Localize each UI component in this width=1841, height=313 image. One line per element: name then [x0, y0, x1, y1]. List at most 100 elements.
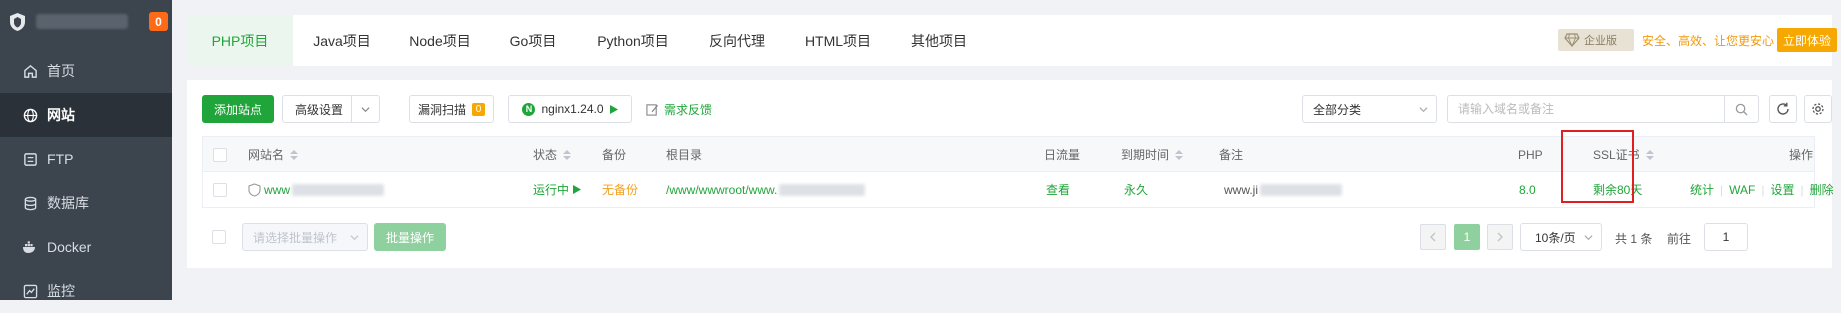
- site-traffic-link[interactable]: 查看: [1046, 172, 1070, 207]
- logo-icon: [10, 13, 25, 31]
- sidebar-item-ftp[interactable]: FTP: [0, 137, 172, 181]
- vuln-scan-label: 漏洞扫描: [417, 102, 466, 117]
- batch-operation-button[interactable]: 批量操作: [374, 223, 446, 251]
- edit-icon: [646, 104, 659, 116]
- ssl-highlight-box: [1561, 130, 1634, 203]
- search-icon: [1735, 103, 1748, 116]
- total-count: 共 1 条: [1615, 232, 1653, 246]
- nginx-version-label: nginx1.24.0: [541, 102, 604, 116]
- tab-python[interactable]: Python项目: [577, 15, 689, 66]
- enterprise-badge: 企业版: [1558, 29, 1634, 51]
- try-now-button[interactable]: 立即体验: [1777, 28, 1837, 52]
- select-all-checkbox[interactable]: [213, 137, 227, 172]
- nginx-version-button[interactable]: N nginx1.24.0: [508, 95, 632, 123]
- home-icon: [22, 63, 38, 79]
- tab-go[interactable]: Go项目: [489, 15, 577, 66]
- tab-other[interactable]: 其他项目: [891, 15, 987, 66]
- enterprise-badge-label: 企业版: [1584, 35, 1617, 47]
- sort-icon: [290, 149, 299, 160]
- site-php-version[interactable]: 8.0: [1519, 172, 1536, 207]
- diamond-icon: [1564, 33, 1580, 47]
- site-note[interactable]: www.ji: [1224, 172, 1343, 207]
- chevron-right-icon: [1497, 232, 1503, 242]
- nginx-icon: N: [522, 102, 536, 116]
- vuln-count-badge: 0: [472, 102, 485, 116]
- site-status[interactable]: 运行中: [533, 172, 582, 207]
- batch-operation-select[interactable]: 请选择批量操作: [242, 223, 368, 251]
- action-delete[interactable]: 删除: [1810, 181, 1834, 198]
- batch-operation-placeholder: 请选择批量操作: [253, 230, 338, 245]
- project-tabs-bar: PHP项目 Java项目 Node项目 Go项目 Python项目 反向代理 H…: [187, 15, 1837, 66]
- site-actions: 统计 | WAF | 设置 | 删除: [1690, 181, 1834, 198]
- enterprise-slogan: 安全、高效、让您更安心: [1642, 33, 1775, 48]
- chevron-down-icon: [361, 107, 370, 113]
- action-stats[interactable]: 统计: [1690, 181, 1714, 198]
- header-status[interactable]: 状态: [533, 137, 572, 172]
- category-select[interactable]: 全部分类: [1302, 95, 1437, 123]
- row-checkbox[interactable]: [213, 172, 227, 207]
- sidebar-item-docker[interactable]: Docker: [0, 225, 172, 269]
- docker-icon: [22, 239, 38, 255]
- settings-button[interactable]: [1804, 95, 1832, 123]
- refresh-button[interactable]: [1769, 95, 1797, 123]
- page-size-select[interactable]: 10条/页: [1520, 223, 1602, 251]
- tab-php[interactable]: PHP项目: [187, 15, 293, 66]
- site-name[interactable]: www: [248, 172, 384, 207]
- site-root-dir[interactable]: /www/wwwroot/www.: [666, 172, 866, 207]
- chevron-left-icon: [1430, 232, 1436, 242]
- sort-icon: [1175, 149, 1184, 160]
- feedback-link[interactable]: 需求反馈: [646, 101, 712, 118]
- sidebar-item-label: 监控: [47, 283, 75, 299]
- add-site-button[interactable]: 添加站点: [202, 95, 274, 123]
- database-icon: [22, 195, 38, 211]
- site-expire[interactable]: 永久: [1124, 172, 1148, 207]
- play-icon: [573, 185, 582, 194]
- header-note: 备注: [1219, 148, 1244, 162]
- play-icon: [609, 104, 618, 114]
- tab-java[interactable]: Java项目: [293, 15, 391, 66]
- advanced-settings-label: 高级设置: [295, 102, 344, 117]
- header-site-name[interactable]: 网站名: [248, 137, 299, 172]
- sort-icon: [1645, 149, 1654, 160]
- header-php: PHP: [1518, 147, 1543, 162]
- gear-icon: [1812, 103, 1824, 115]
- sort-icon: [563, 149, 572, 160]
- monitor-icon: [22, 283, 38, 299]
- search-input[interactable]: [1448, 96, 1728, 122]
- action-waf[interactable]: WAF: [1729, 183, 1755, 197]
- server-name: [36, 14, 128, 29]
- notification-badge[interactable]: 0: [149, 12, 168, 31]
- chevron-down-icon: [350, 235, 359, 241]
- footer-checkbox[interactable]: [212, 230, 226, 244]
- sidebar-item-monitor[interactable]: 监控: [0, 269, 172, 313]
- action-settings[interactable]: 设置: [1770, 181, 1794, 198]
- search-button[interactable]: [1724, 96, 1758, 122]
- tab-node[interactable]: Node项目: [391, 15, 489, 66]
- sidebar-item-database[interactable]: 数据库: [0, 181, 172, 225]
- goto-page-input[interactable]: 1: [1704, 223, 1748, 251]
- tab-html[interactable]: HTML项目: [785, 15, 891, 66]
- header-expire[interactable]: 到期时间: [1121, 137, 1184, 172]
- page-number-current[interactable]: 1: [1454, 224, 1480, 250]
- tab-reverse-proxy[interactable]: 反向代理: [689, 15, 785, 66]
- sidebar-item-home[interactable]: 首页: [0, 49, 172, 93]
- vuln-scan-button[interactable]: 漏洞扫描 0: [409, 95, 494, 123]
- enterprise-promo: 企业版 安全、高效、让您更安心: [1558, 28, 1774, 52]
- site-backup[interactable]: 无备份: [602, 172, 638, 207]
- sidebar-item-label: 网站: [47, 107, 75, 123]
- category-select-value: 全部分类: [1313, 102, 1362, 117]
- chevron-down-icon: [1419, 107, 1428, 113]
- next-page-button[interactable]: [1487, 224, 1513, 250]
- feedback-label: 需求反馈: [664, 103, 713, 117]
- advanced-settings-dropdown[interactable]: 高级设置: [282, 95, 380, 123]
- goto-label: 前往: [1667, 232, 1692, 246]
- chevron-down-icon: [1584, 235, 1593, 241]
- shield-icon: [248, 182, 261, 197]
- sidebar-item-label: 数据库: [47, 195, 89, 211]
- sidebar: 0 首页 网站 FTP 数据库 Docker 监控: [0, 0, 172, 300]
- prev-page-button[interactable]: [1420, 224, 1446, 250]
- sidebar-item-label: FTP: [47, 151, 74, 167]
- page-size-value: 10条/页: [1535, 230, 1576, 245]
- header-traffic: 日流量: [1044, 148, 1081, 162]
- sidebar-item-websites[interactable]: 网站: [0, 93, 172, 137]
